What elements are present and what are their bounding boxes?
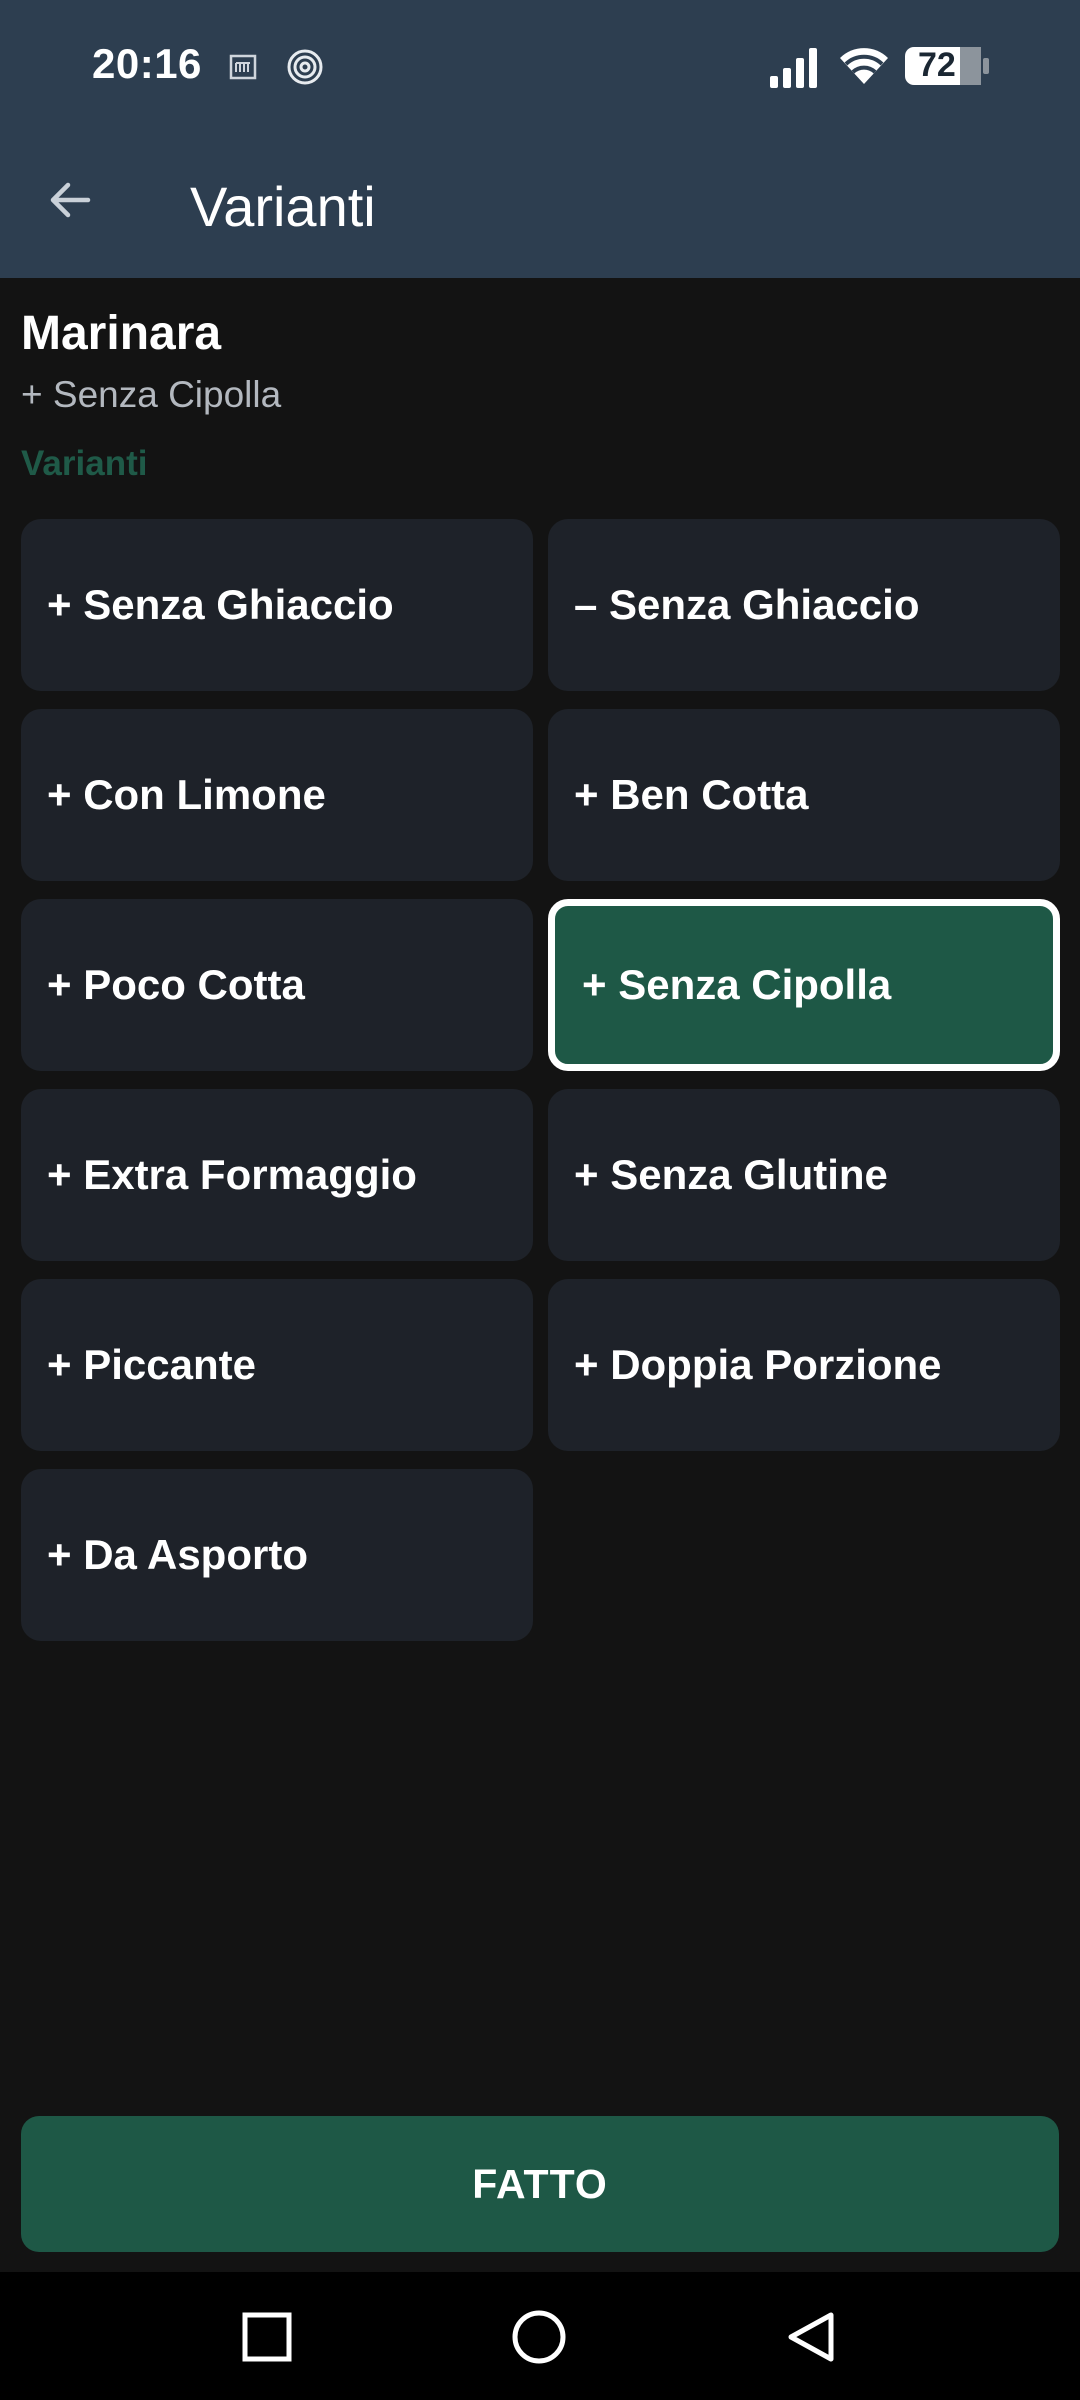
variants-grid: + Senza Ghiaccio – Senza Ghiaccio + Con … xyxy=(21,519,1060,1641)
wifi-icon xyxy=(836,44,892,93)
back-button[interactable] xyxy=(40,170,100,230)
variant-chip[interactable]: + Ben Cotta xyxy=(548,709,1060,881)
variant-chip[interactable]: + Da Asporto xyxy=(21,1469,533,1641)
variant-chip[interactable]: + Poco Cotta xyxy=(21,899,533,1071)
recents-square-icon xyxy=(242,2312,292,2362)
variant-chip[interactable]: + Extra Formaggio xyxy=(21,1089,533,1261)
sim-card-icon xyxy=(228,52,258,87)
item-name: Marinara xyxy=(21,307,222,360)
home-circle-icon xyxy=(512,2310,566,2364)
back-nav-button[interactable] xyxy=(776,2302,846,2372)
variant-chip[interactable]: + Piccante xyxy=(21,1279,533,1451)
variant-chip[interactable]: – Senza Ghiaccio xyxy=(548,519,1060,691)
variant-chip[interactable]: + Doppia Porzione xyxy=(548,1279,1060,1451)
home-button[interactable] xyxy=(504,2302,574,2372)
battery-level: 72 xyxy=(918,46,956,84)
battery-icon: 72 xyxy=(904,44,990,93)
spiral-icon xyxy=(286,48,324,91)
selected-variants-summary: + Senza Cipolla xyxy=(21,374,282,415)
recents-button[interactable] xyxy=(232,2302,302,2372)
arrow-left-icon xyxy=(50,182,91,218)
variant-chip[interactable]: + Senza Glutine xyxy=(548,1089,1060,1261)
variant-chip[interactable]: + Con Limone xyxy=(21,709,533,881)
system-nav-bar xyxy=(0,2272,1080,2400)
section-label: Varianti xyxy=(21,444,148,483)
signal-icon xyxy=(768,46,824,93)
back-triangle-icon xyxy=(788,2312,834,2362)
variant-chip[interactable]: + Senza Ghiaccio xyxy=(21,519,533,691)
done-button[interactable]: FATTO xyxy=(21,2116,1059,2252)
header: 20:16 72 Varianti xyxy=(0,0,1080,278)
status-time: 20:16 xyxy=(92,40,202,87)
status-bar: 20:16 72 xyxy=(0,0,1080,134)
page-title: Varianti xyxy=(190,175,376,238)
variant-chip-selected[interactable]: + Senza Cipolla xyxy=(548,899,1060,1071)
